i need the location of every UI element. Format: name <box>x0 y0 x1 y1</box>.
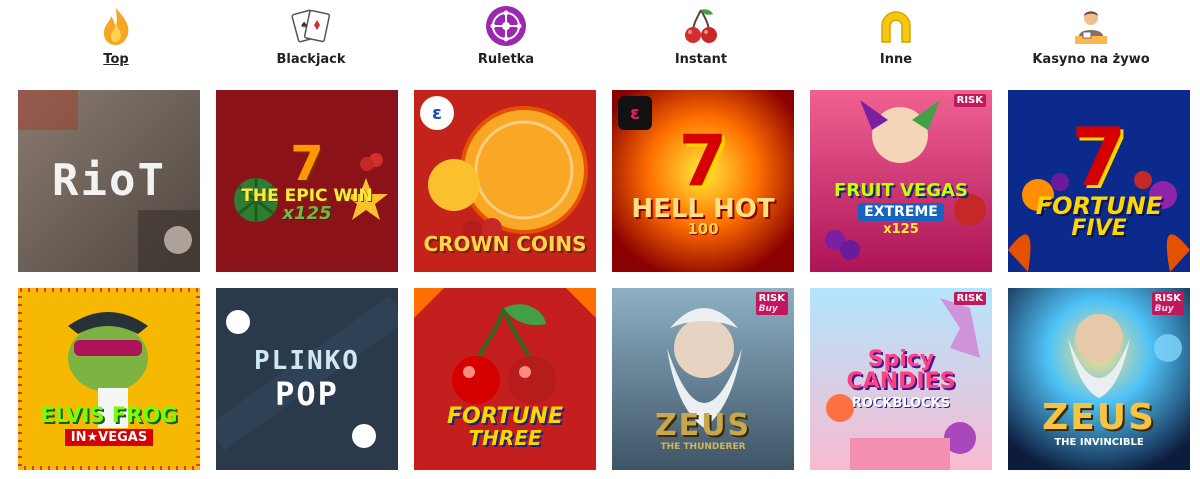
game-title: FORTUNE <box>1035 192 1163 220</box>
game-tile-fruit-vegas-extreme[interactable]: RISK FRUIT VEGAS EXTREME x125 <box>810 90 992 272</box>
game-title: FORTUNE <box>447 404 563 429</box>
nav-label: Top <box>103 52 129 67</box>
game-tile-elvis-frog-in-vegas[interactable]: ELVIS FROG IN★VEGAS <box>18 288 200 470</box>
nav-item-instant[interactable]: Instant <box>621 0 781 80</box>
game-title: THE EPIC WIN <box>241 185 373 206</box>
risk-label: RISK <box>758 293 785 304</box>
nav-item-kasyno-na-zywo[interactable]: Kasyno na żywo <box>1011 0 1171 80</box>
game-symbol: 7 <box>1071 111 1127 204</box>
game-tile-zeus-the-thunderer[interactable]: RISK Buy ZEUS THE THUNDERER <box>612 288 794 470</box>
provider-logo: ε <box>420 96 454 130</box>
game-symbol: 7 <box>678 119 728 202</box>
buy-label: Buy <box>1154 304 1174 314</box>
game-subtitle: IN★VEGAS <box>64 428 154 446</box>
game-title: ELVIS FROG <box>40 402 178 427</box>
svg-text:♠: ♠ <box>300 21 308 31</box>
horseshoe-icon <box>874 4 918 48</box>
game-tile-plinko-pop[interactable]: PLINKO POP <box>216 288 398 470</box>
risk-label: RISK <box>1154 293 1181 304</box>
game-title: PLINKO <box>254 346 360 376</box>
nav-label: Instant <box>674 52 728 67</box>
provider-logo: ε <box>618 96 652 130</box>
game-symbol: 7 <box>290 135 324 192</box>
nav-item-blackjack[interactable]: ♠ Blackjack <box>231 0 391 80</box>
game-subtitle: EXTREME <box>858 203 944 221</box>
game-subtitle: 100 <box>687 219 719 238</box>
game-tile-riot[interactable]: RioT <box>18 90 200 272</box>
live-dealer-icon <box>1069 4 1113 48</box>
game-subtitle: THE INVINCIBLE <box>1054 437 1144 448</box>
game-title: ZEUS <box>654 407 752 443</box>
nav-label: Blackjack <box>276 52 346 67</box>
nav-label: Kasyno na żywo <box>1032 52 1150 67</box>
game-tile-spicy-candies-rockblocks[interactable]: RISK Spicy CANDIES ROCKBLOCKS <box>810 288 992 470</box>
game-title: CROWN COINS <box>423 232 587 256</box>
game-subtitle: POP <box>275 375 339 413</box>
game-tile-the-epic-win[interactable]: 7 THE EPIC WIN x125 <box>216 90 398 272</box>
risk-buy-badge: RISK Buy <box>755 292 788 315</box>
risk-badge: RISK <box>953 292 986 305</box>
risk-label: RISK <box>956 95 983 106</box>
game-subtitle: x125 <box>282 202 332 224</box>
game-subtitle: THREE <box>468 426 542 450</box>
risk-badge: RISK <box>953 94 986 107</box>
game-tile-zeus-the-invincible[interactable]: RISK Buy ZEUS THE INVINCIBLE <box>1008 288 1190 470</box>
risk-buy-badge: RISK Buy <box>1151 292 1184 315</box>
buy-label: Buy <box>758 304 778 314</box>
nav-item-ruletka[interactable]: Ruletka <box>426 0 586 80</box>
game-tile-hell-hot-100[interactable]: ε 7 HELL HOT 100 <box>612 90 794 272</box>
nav-item-inne[interactable]: Inne <box>816 0 976 80</box>
game-multiplier: x125 <box>883 222 919 237</box>
roulette-icon <box>484 4 528 48</box>
game-subtitle: THE THUNDERER <box>660 441 746 452</box>
nav-label: Inne <box>879 52 913 67</box>
game-subtitle: ROCKBLOCKS <box>851 395 951 411</box>
category-nav: Top ♠ Blackjack Ruletka Instant Inne Kas… <box>0 0 1200 88</box>
game-title: HELL HOT <box>631 193 775 224</box>
playing-cards-icon: ♠ <box>289 4 333 48</box>
game-title: Spicy CANDIES <box>846 346 956 394</box>
cherries-icon <box>679 4 723 48</box>
game-title: RioT <box>52 155 166 206</box>
game-tile-crown-coins[interactable]: ε CROWN COINS <box>414 90 596 272</box>
nav-label: Ruletka <box>477 52 535 67</box>
game-tile-fortune-five[interactable]: 7 FORTUNE FIVE <box>1008 90 1190 272</box>
risk-label: RISK <box>956 293 983 304</box>
game-title: FRUIT VEGAS <box>834 180 968 201</box>
game-subtitle: FIVE <box>1071 216 1127 241</box>
game-tile-fortune-three[interactable]: FORTUNE THREE <box>414 288 596 470</box>
nav-item-top[interactable]: Top <box>36 0 196 80</box>
fire-icon <box>94 4 138 48</box>
game-title: ZEUS <box>1042 397 1156 438</box>
